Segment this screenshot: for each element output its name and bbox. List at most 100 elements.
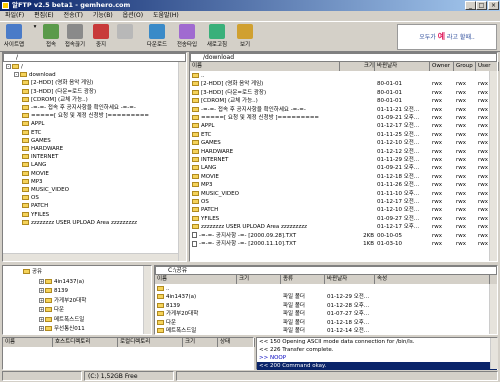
tree-node[interactable]: GAMES [22,137,51,145]
column-header[interactable]: 상태 [218,338,255,347]
log-scrollbar[interactable] [490,338,498,369]
expand-icon[interactable]: + [39,316,44,322]
file-name[interactable]: [2-HDD] (영화 음악 게임) [192,80,339,88]
file-name[interactable]: MUSIC_VIDEO [192,190,339,198]
tree-node[interactable]: LANG [22,161,46,169]
file-name[interactable]: .. [192,72,339,80]
tree-node[interactable]: [2-HDD] (영화 음악 게임) [22,79,93,87]
column-header[interactable]: 호스트디렉토리 [53,338,118,347]
tree-node[interactable]: + 무선통신011 [39,325,85,333]
tree-node[interactable]: ETC [22,129,41,137]
file-name[interactable]: 4in1437(a) [157,293,236,301]
tree-node[interactable]: -=-=- 접속 후 공지사항을 확인하세요 -=-=- [22,104,136,112]
transfer-type-button[interactable]: 전송타입 [173,24,201,48]
tree-node[interactable]: YFILES [22,211,49,219]
tree-node[interactable]: =====[ 요청 및 계정 신청방 ]========= [22,112,149,120]
menu-file[interactable]: 파일(F) [5,12,24,19]
stop-button[interactable]: 중지 [90,24,112,48]
local-tree-scrollbar[interactable] [143,266,151,334]
expand-icon[interactable]: - [14,72,19,78]
column-header[interactable]: 로컬디렉토리 [118,338,183,347]
expand-icon[interactable]: + [39,326,44,331]
file-name[interactable]: PATCH [192,206,339,214]
remote-tree-path[interactable]: / [3,53,186,62]
download-button[interactable]: 다운로드 [143,24,171,48]
file-name[interactable]: -=-=- 공지사항 -=- [2000.11.10].TXT [192,240,339,248]
file-name[interactable]: zzzzzzzz USER UPLOAD Area zzzzzzzzz [192,223,339,231]
file-name[interactable]: MOVIE [192,173,339,181]
menu-transfer[interactable]: 전송(T) [64,12,83,19]
column-header[interactable]: 크기 [183,338,218,347]
column-header[interactable]: 크기 [237,275,281,284]
file-name[interactable]: -=-=- 공지사항 -=- [2000.09.28].TXT [192,232,339,240]
tree-node[interactable]: zzzzzzzz USER UPLOAD Area zzzzzzzzz [22,219,137,227]
tree-node[interactable]: [CDROM] (교체 가능..) [22,96,88,104]
column-header[interactable]: 크기 [340,62,375,71]
view-button[interactable]: 보기 [233,24,257,48]
column-header[interactable]: 이름 [190,62,340,71]
remote-tree-hscrollbar[interactable] [3,253,178,261]
file-name[interactable]: ETC [192,131,339,139]
file-name[interactable]: LANG [192,164,339,172]
tree-node[interactable]: + 가게부20대학 [39,297,86,305]
expand-icon[interactable]: + [39,288,44,293]
remote-tree-scrollbar[interactable] [178,62,186,261]
upload-button[interactable] [116,24,134,40]
tree-node[interactable]: [3-HDD] (다운=로드 광장) [22,88,96,96]
file-name[interactable]: HARDWARE [192,148,339,156]
file-name[interactable]: 다운 [157,319,236,327]
maximize-button[interactable]: □ [476,1,487,10]
file-name[interactable]: APPL [192,122,339,130]
file-name[interactable]: OS [192,198,339,206]
tree-node[interactable]: +4in1437(a) [39,278,84,286]
file-name[interactable]: [3-HDD] (다운=로드 광장) [192,89,339,97]
file-name[interactable]: 메트폭스드일 [157,327,236,335]
column-header[interactable]: 바뀐날자 [325,275,375,284]
remote-path-field[interactable]: /download [190,53,497,62]
column-header[interactable]: 속성 [375,275,490,284]
column-header[interactable]: User [476,62,499,71]
local-path-field[interactable]: C:\공유 [155,266,497,275]
file-name[interactable]: =====[ 요청 및 계정 신청방 ]========= [192,114,339,122]
tree-node[interactable]: MUSIC_VIDEO [22,186,69,194]
file-name[interactable]: -=-=- 접속 후 공지사항을 확인하세요 -=-=- [192,106,339,114]
tree-node[interactable]: PATCH [22,202,48,210]
tree-node[interactable]: APPL [22,120,44,128]
column-header[interactable]: Group [454,62,476,71]
ad-banner[interactable]: 오두가 예 라고 할때.. [397,24,497,50]
tree-node[interactable]: - / [6,63,23,71]
column-header[interactable]: 종류 [281,275,325,284]
file-name[interactable]: 가게부20대학 [157,310,236,318]
expand-icon[interactable]: + [39,307,44,312]
refresh-button[interactable]: 새로고침 [203,24,231,48]
sitemap-button[interactable]: 사이트맵 [3,24,25,48]
file-name[interactable]: MP3 [192,181,339,189]
column-header[interactable]: 바뀐날자 [375,62,430,71]
menu-options[interactable]: 옵션(O) [123,12,143,19]
tree-node[interactable]: OS [22,194,39,202]
expand-icon[interactable]: + [39,297,44,303]
file-name[interactable]: 8139 [157,302,236,310]
tree-node[interactable]: - download [14,71,56,79]
column-header[interactable]: 이름 [3,338,53,347]
disconnect-button[interactable]: 접속끊기 [62,24,88,48]
tree-node[interactable]: MP3 [22,178,43,186]
minimize-button[interactable]: _ [465,1,476,10]
tree-node[interactable]: + 다운 [39,306,64,314]
expand-icon[interactable]: - [6,64,11,69]
file-name[interactable]: GAMES [192,139,339,147]
file-name[interactable]: INTERNET [192,156,339,164]
menu-help[interactable]: 도움말(H) [153,12,179,19]
column-header[interactable]: 이름 [155,275,237,284]
file-name[interactable]: YFILES [192,215,339,223]
menu-function[interactable]: 기능(B) [93,12,113,19]
tree-node[interactable]: MOVIE [22,170,49,178]
tree-node[interactable]: 공유 [23,268,42,276]
remote-list-scrollbar[interactable] [489,71,497,261]
local-list-scrollbar[interactable] [489,284,497,334]
tree-node[interactable]: INTERNET [22,153,58,161]
file-name[interactable]: [CDROM] (교체 가능..) [192,97,339,105]
column-header[interactable]: Owner [430,62,454,71]
connect-button[interactable]: 접속 [40,24,62,48]
expand-icon[interactable]: + [39,278,44,284]
